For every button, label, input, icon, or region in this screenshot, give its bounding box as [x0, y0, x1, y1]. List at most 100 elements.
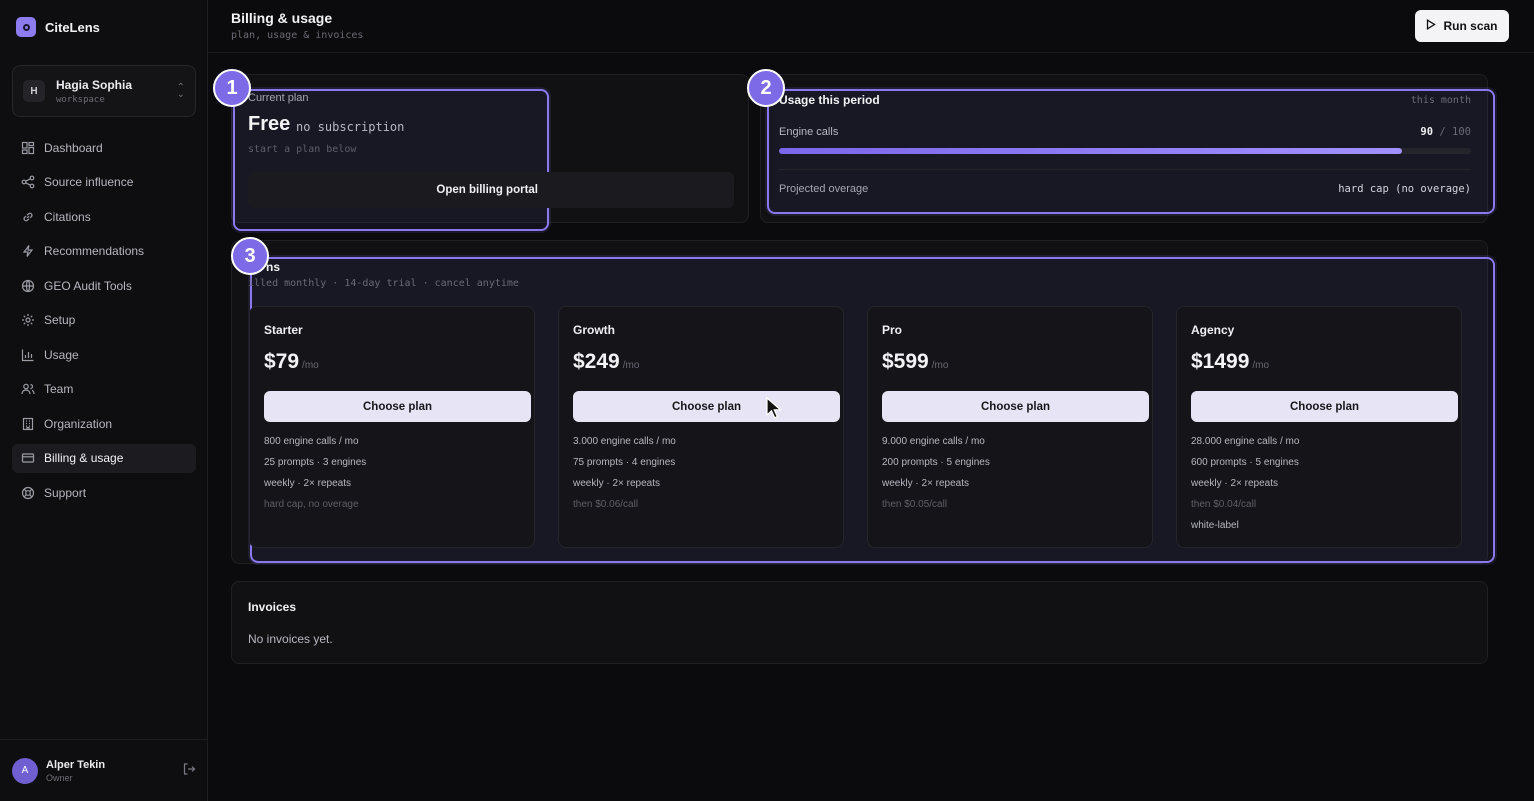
plan-feature: weekly · 2× repeats — [573, 478, 660, 489]
annotation-badge-1: 1 — [213, 69, 251, 107]
user-profile[interactable]: A Alper Tekin Owner — [0, 739, 208, 801]
app: CiteLens H Hagia Sophia workspace ⌃ ⌄ Das… — [0, 0, 1534, 801]
plan-price-value: $599 — [882, 350, 929, 373]
plan-price-period: /mo — [931, 360, 949, 371]
invoices-card — [231, 581, 1488, 664]
plan-feature: weekly · 2× repeats — [1191, 478, 1278, 489]
citelens-logo-icon — [16, 17, 36, 37]
plan-features: 9.000 engine calls / mo 200 prompts · 5 … — [882, 435, 990, 519]
plan-overage-note: then $0.06/call — [573, 499, 639, 510]
choose-plan-button-agency[interactable]: Choose plan — [1191, 391, 1458, 422]
sidebar-item-label: Usage — [44, 347, 79, 362]
engine-calls-label: Engine calls — [779, 126, 839, 138]
sidebar-item-label: Source influence — [44, 175, 134, 189]
plan-feature: 25 prompts · 3 engines — [264, 457, 367, 468]
choose-plan-button-starter[interactable]: Choose plan — [264, 391, 531, 422]
users-icon — [21, 382, 35, 396]
bar-chart-icon — [21, 348, 35, 362]
sidebar-item-usage[interactable]: Usage — [12, 340, 196, 369]
sidebar-item-label: Dashboard — [44, 140, 103, 155]
plan-card-starter: Starter $79/mo Choose plan 800 engine ca… — [249, 306, 535, 548]
dashboard-icon — [21, 141, 35, 155]
plan-card-growth: Growth $249/mo Choose plan 3.000 engine … — [558, 306, 844, 548]
projected-overage-label: Projected overage — [779, 183, 869, 195]
sidebar-item-support[interactable]: Support — [12, 478, 196, 507]
plan-feature: 200 prompts · 5 engines — [882, 457, 990, 468]
highlight-region-1 — [233, 89, 549, 231]
plan-features: 3.000 engine calls / mo 75 prompts · 4 e… — [573, 435, 676, 519]
plan-feature: 28.000 engine calls / mo — [1191, 436, 1300, 447]
engine-calls-limit: / 100 — [1439, 126, 1471, 138]
logout-icon[interactable] — [182, 762, 196, 779]
plan-price: $79/mo — [264, 350, 319, 374]
lightning-icon — [21, 244, 35, 258]
plan-feature: 3.000 engine calls / mo — [573, 436, 676, 447]
share-icon — [21, 175, 35, 189]
plan-features: 800 engine calls / mo 25 prompts · 3 eng… — [264, 435, 366, 519]
run-scan-button[interactable]: Run scan — [1415, 10, 1509, 42]
plan-feature: 75 prompts · 4 engines — [573, 457, 676, 468]
choose-plan-button-pro[interactable]: Choose plan — [882, 391, 1149, 422]
plan-price-value: $79 — [264, 350, 300, 373]
plan-features: 28.000 engine calls / mo 600 prompts · 5… — [1191, 435, 1299, 540]
engine-calls-used: 90 — [1420, 126, 1434, 138]
gear-icon — [21, 313, 35, 327]
plan-feature: weekly · 2× repeats — [882, 478, 969, 489]
plan-price-period: /mo — [1252, 360, 1270, 371]
workspace-avatar: H — [23, 80, 45, 102]
sidebar-item-team[interactable]: Team — [12, 375, 196, 404]
plan-feature-extra: white-label — [1191, 520, 1239, 531]
sidebar-item-dashboard[interactable]: Dashboard — [12, 133, 196, 162]
current-plan-label: Current plan — [248, 92, 309, 104]
plan-name: Agency — [1191, 323, 1235, 337]
plan-overage-note: hard cap, no overage — [264, 499, 359, 510]
plan-feature: 800 engine calls / mo — [264, 436, 359, 447]
play-icon — [1426, 19, 1437, 33]
sidebar-item-source-influence[interactable]: Source influence — [12, 168, 196, 197]
engine-calls-count: 90 / 100 — [1420, 126, 1471, 138]
subscription-status: no subscription — [296, 120, 405, 134]
sidebar-item-label: Setup — [44, 313, 76, 327]
sidebar-item-label: Organization — [44, 416, 113, 431]
workspace-label: workspace — [56, 94, 105, 105]
plan-feature: 9.000 engine calls / mo — [882, 436, 985, 447]
divider — [779, 169, 1471, 170]
plan-card-pro: Pro $599/mo Choose plan 9.000 engine cal… — [867, 306, 1153, 548]
sidebar-item-label: Support — [44, 485, 87, 500]
plan-price-value: $1499 — [1191, 350, 1250, 373]
plan-hint: start a plan below — [248, 144, 357, 155]
workspace-name: Hagia Sophia — [56, 77, 133, 92]
usage-progress-fill — [779, 148, 1402, 154]
user-name: Alper Tekin — [46, 758, 106, 771]
avatar: A — [12, 757, 38, 784]
sidebar-item-label: Billing & usage — [44, 451, 124, 465]
usage-title: Usage this period — [779, 93, 880, 107]
sidebar-item-organization[interactable]: Organization — [12, 409, 196, 438]
plans-title: ns — [266, 260, 281, 274]
sidebar-item-geo-audit-tools[interactable]: GEO Audit Tools — [12, 271, 196, 300]
annotation-badge-3: 3 — [231, 237, 269, 275]
invoices-title: Invoices — [248, 600, 297, 614]
plan-feature: 600 prompts · 5 engines — [1191, 457, 1299, 468]
sidebar-item-billing-usage[interactable]: Billing & usage — [12, 443, 196, 473]
workspace-switcher[interactable]: H Hagia Sophia workspace ⌃ ⌄ — [12, 65, 196, 117]
open-billing-portal-button[interactable]: Open billing portal — [248, 172, 734, 208]
sidebar-item-recommendations[interactable]: Recommendations — [12, 237, 196, 266]
link-icon — [21, 210, 35, 224]
plan-price-period: /mo — [302, 360, 319, 371]
sidebar: CiteLens H Hagia Sophia workspace ⌃ ⌄ Das… — [0, 0, 208, 801]
plan-name: Growth — [573, 323, 615, 337]
plan-price: $1499/mo — [1191, 350, 1269, 374]
projected-overage-value: hard cap (no overage) — [1338, 183, 1471, 195]
sidebar-item-setup[interactable]: Setup — [12, 306, 196, 335]
plan-price: $249/mo — [573, 350, 639, 374]
brand-name: CiteLens — [45, 19, 100, 35]
page-header: Billing & usage plan, usage & invoices R… — [208, 0, 1534, 53]
plan-overage-note: then $0.05/call — [882, 499, 948, 510]
choose-plan-button-growth[interactable]: Choose plan — [573, 391, 840, 422]
current-plan-name: Free — [248, 113, 291, 135]
plan-overage-note: then $0.04/call — [1191, 499, 1257, 510]
brand[interactable]: CiteLens — [16, 17, 100, 37]
mouse-cursor-icon — [766, 396, 782, 422]
sidebar-item-citations[interactable]: Citations — [12, 202, 196, 231]
